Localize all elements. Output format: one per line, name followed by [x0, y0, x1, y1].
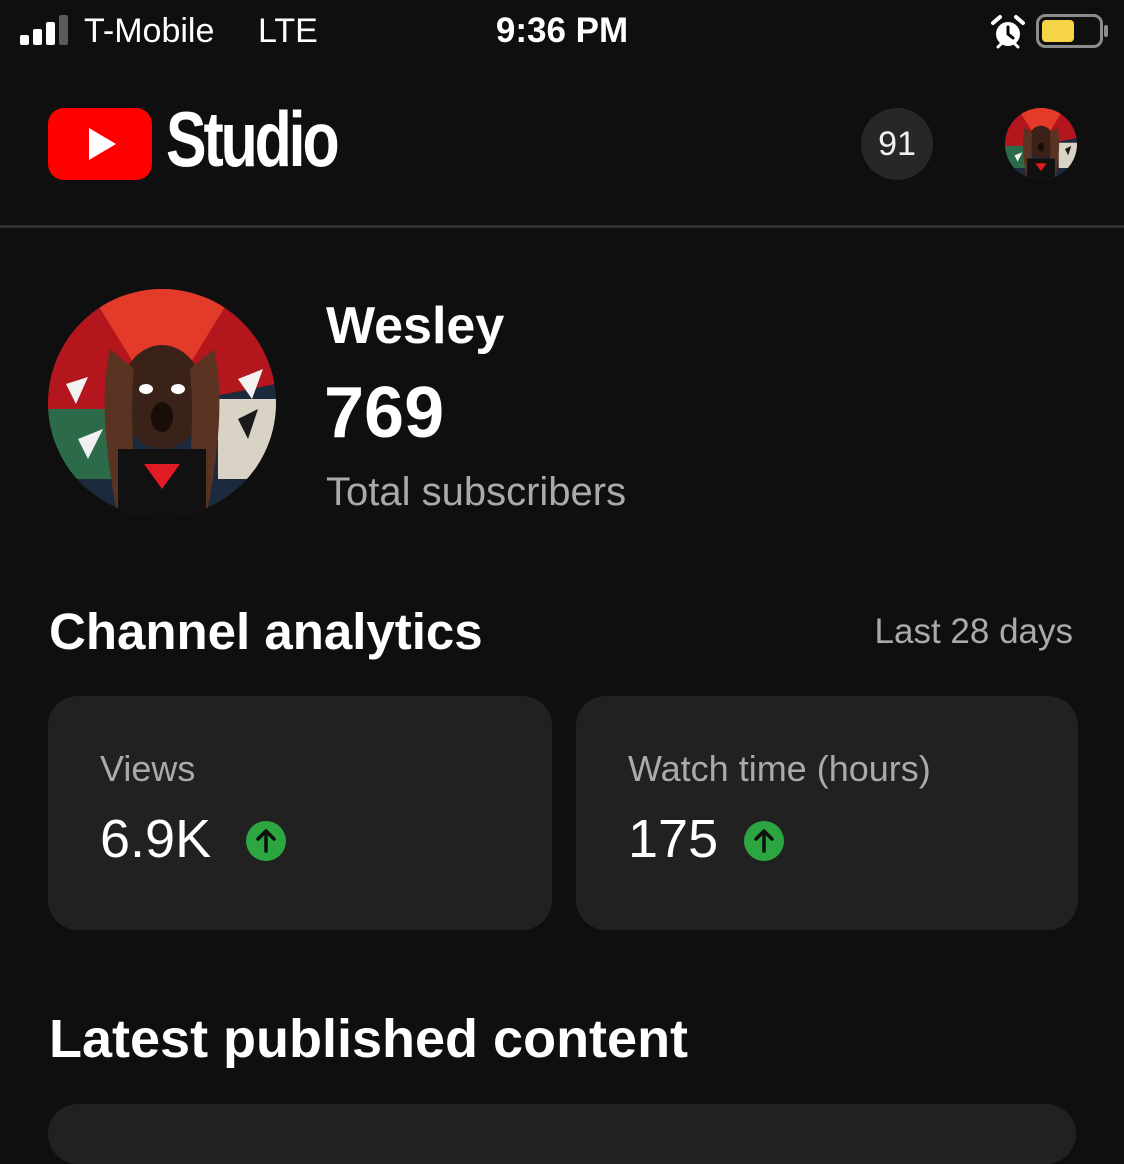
app-header: Studio 91 [0, 66, 1124, 226]
battery-icon [1036, 14, 1108, 48]
arrow-up-icon [246, 821, 286, 861]
notification-count-button[interactable]: 91 [861, 108, 933, 180]
section-title-latest-content: Latest published content [49, 1009, 689, 1069]
channel-name: Wesley [326, 297, 505, 355]
latest-content-card[interactable] [48, 1104, 1076, 1164]
section-title-analytics: Channel analytics [49, 603, 483, 660]
analytics-period: Last 28 days [874, 612, 1073, 651]
header-divider [0, 225, 1124, 228]
metric-value: 6.9K [100, 809, 212, 869]
account-avatar[interactable] [1005, 108, 1077, 180]
avatar-image [1005, 108, 1077, 180]
alarm-clock-icon [991, 15, 1025, 49]
metric-label: Watch time (hours) [628, 748, 931, 789]
subscriber-count: 769 [324, 373, 445, 453]
metric-label: Views [100, 748, 196, 789]
avatar-image [48, 289, 276, 517]
status-time: 9:36 PM [495, 11, 629, 50]
arrow-up-icon [744, 821, 784, 861]
metric-card-views[interactable]: Views 6.9K [48, 696, 552, 930]
metric-value: 175 [628, 809, 719, 869]
channel-avatar[interactable] [48, 289, 276, 517]
status-bar: T-Mobile LTE 9:36 PM [0, 0, 1124, 66]
app-title: Studio [166, 95, 340, 183]
youtube-play-icon[interactable] [48, 108, 152, 180]
subscriber-label: Total subscribers [326, 470, 627, 514]
metric-card-watch-time[interactable]: Watch time (hours) 175 [576, 696, 1078, 930]
